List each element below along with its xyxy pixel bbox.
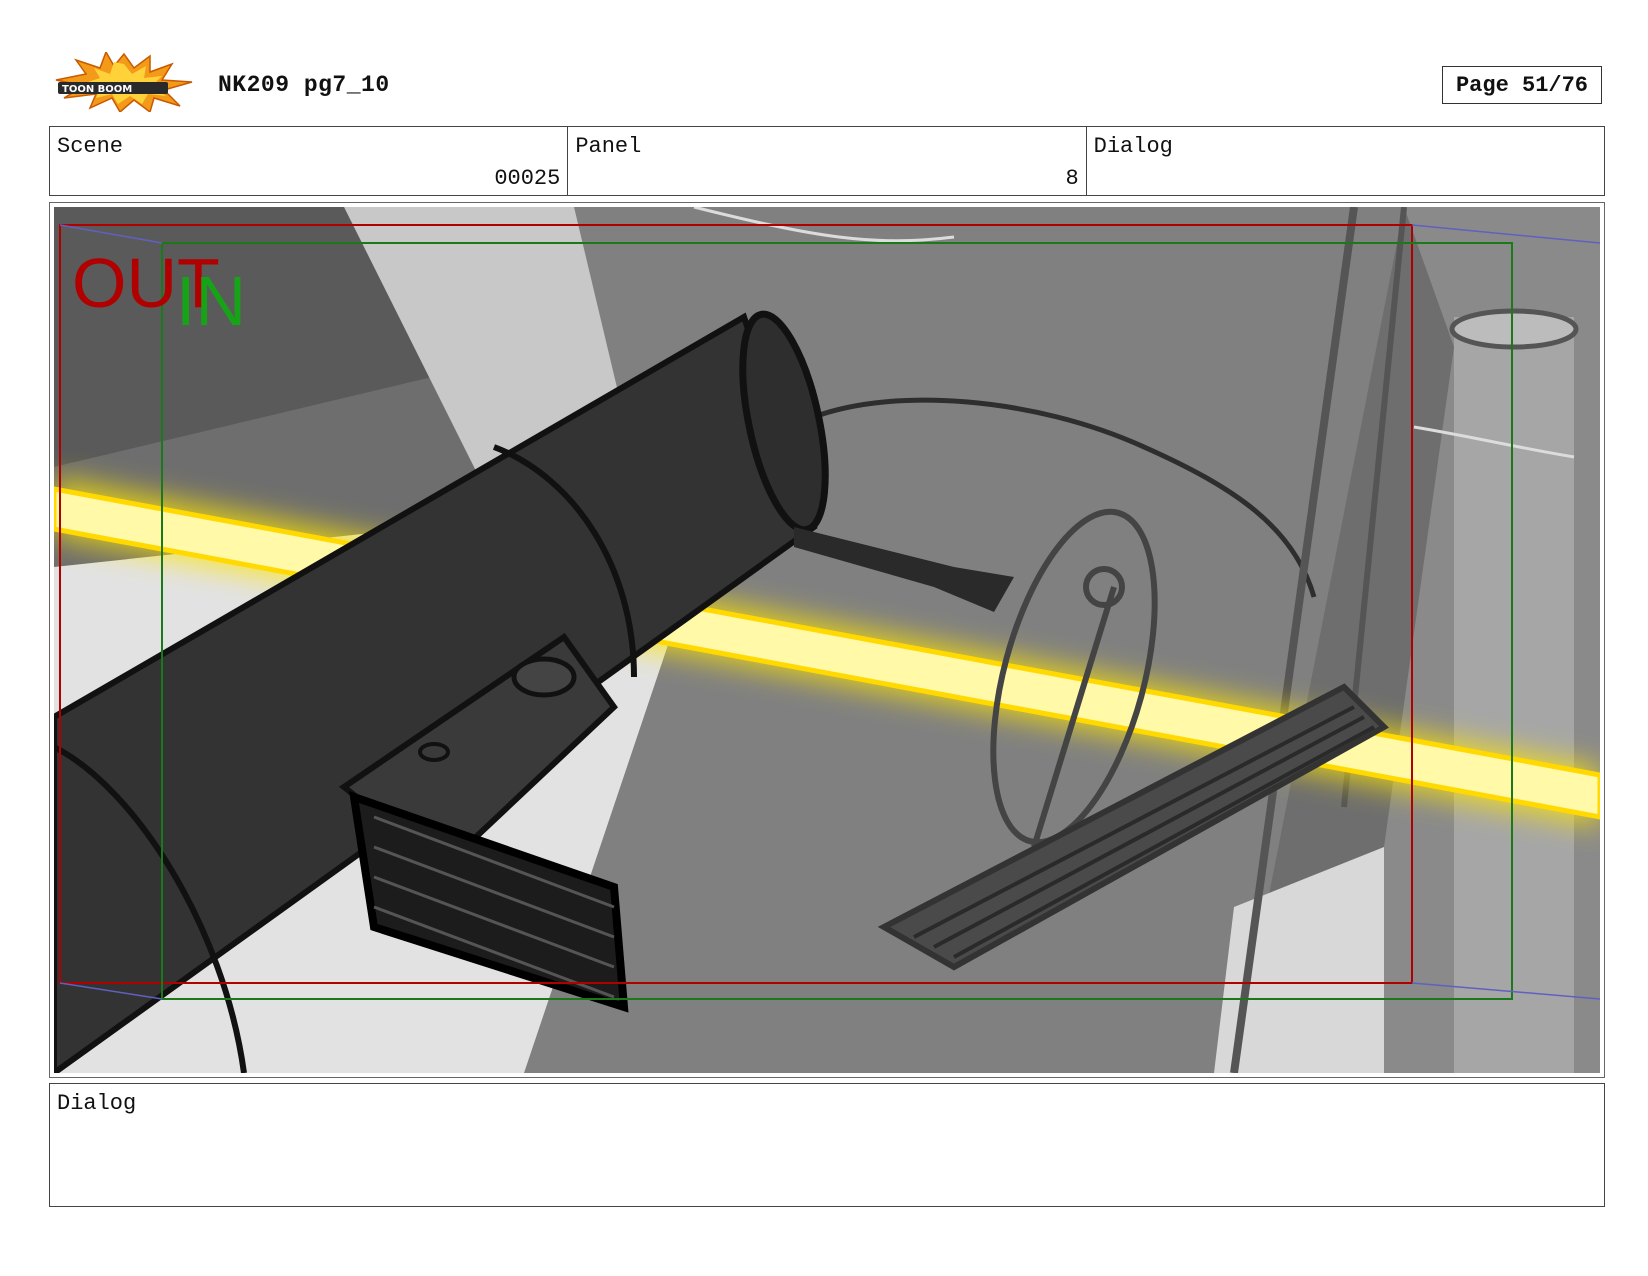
scene-cell: Scene 00025	[50, 127, 569, 195]
dialog-header-cell: Dialog	[1087, 127, 1604, 195]
scene-number: 00025	[494, 166, 561, 191]
scene-label: Scene	[57, 134, 124, 159]
storyboard-title: NK209 pg7_10	[218, 72, 390, 98]
page-indicator: Page 51/76	[1442, 66, 1602, 104]
storyboard-sketch: OUT IN	[54, 207, 1600, 1073]
panel-number: 8	[1065, 166, 1079, 191]
in-label: IN	[176, 262, 246, 340]
logo-text: TOON BOOM	[62, 84, 132, 95]
panel-cell: Panel 8	[568, 127, 1087, 195]
dialog-box: Dialog	[49, 1083, 1605, 1207]
toonboom-logo: TOON BOOM	[54, 50, 194, 114]
dialog-label: Dialog	[57, 1091, 137, 1116]
panel-label: Panel	[575, 134, 642, 159]
dialog-header-label: Dialog	[1093, 134, 1173, 159]
page-label: Page 51/76	[1455, 72, 1589, 98]
mast	[1454, 317, 1574, 1073]
starburst-logo-icon: TOON BOOM	[55, 50, 193, 114]
panel-drawing: OUT IN	[54, 207, 1600, 1073]
panel-info-row: Scene 00025 Panel 8 Dialog	[49, 126, 1605, 196]
